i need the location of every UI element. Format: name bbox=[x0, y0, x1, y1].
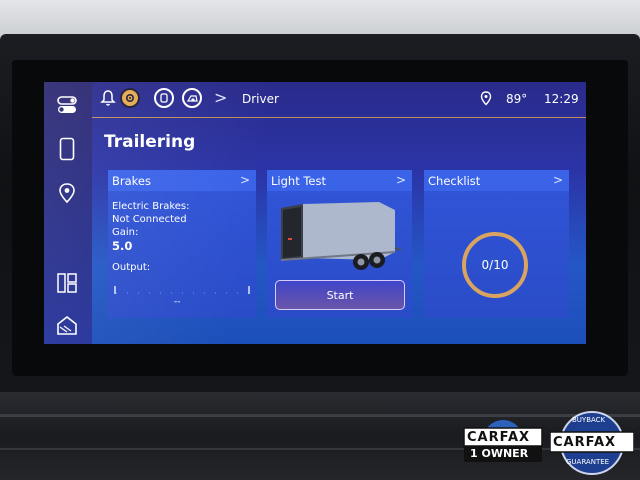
start-button[interactable]: Start bbox=[275, 280, 405, 310]
carfax-one-owner-badge: CARFAX 1 OWNER bbox=[462, 418, 544, 474]
chevron-right-icon: > bbox=[552, 173, 563, 187]
location-pin-icon[interactable] bbox=[52, 178, 82, 208]
dashboard-lower bbox=[0, 392, 640, 480]
status-bar: > Driver 89° 12:29 bbox=[92, 82, 586, 118]
output-meter bbox=[114, 280, 250, 294]
home-icon[interactable] bbox=[52, 310, 82, 340]
brakes-status-value: Not Connected bbox=[112, 214, 187, 225]
brakes-card-title: Brakes bbox=[112, 173, 151, 188]
checklist-card[interactable]: Checklist > 0/10 bbox=[424, 170, 569, 318]
widgets-icon[interactable] bbox=[52, 268, 82, 298]
driver-assist-icon[interactable] bbox=[120, 88, 140, 108]
wheel-icon[interactable] bbox=[182, 88, 202, 108]
dashboard-trim-lower bbox=[0, 448, 640, 450]
checklist-card-header[interactable]: Checklist > bbox=[424, 170, 569, 191]
light-test-card[interactable]: Light Test > Start bbox=[267, 170, 412, 318]
bell-icon[interactable] bbox=[100, 89, 116, 111]
clock: 12:29 bbox=[544, 92, 579, 106]
light-test-card-header[interactable]: Light Test > bbox=[267, 170, 412, 191]
seat-icon[interactable] bbox=[154, 88, 174, 108]
light-test-card-title: Light Test bbox=[271, 173, 327, 188]
brakes-status-label: Electric Brakes: bbox=[112, 201, 190, 212]
infotainment-screen: > Driver 89° 12:29 Trailering Brakes > E… bbox=[44, 82, 586, 344]
breadcrumb-chevron: > bbox=[214, 88, 228, 107]
one-owner-text: 1 OWNER bbox=[470, 447, 529, 460]
carfax-logo-text: CARFAX bbox=[553, 435, 617, 450]
chevron-right-icon: > bbox=[395, 173, 406, 187]
carfax-buyback-badge: CARFAX BUYBACK GUARANTEE bbox=[549, 410, 635, 480]
output-value: -- bbox=[174, 297, 181, 307]
dashboard-trim bbox=[0, 414, 640, 417]
trailer-image bbox=[279, 200, 403, 280]
gain-label: Gain: bbox=[112, 227, 139, 238]
checklist-card-title: Checklist bbox=[428, 173, 481, 188]
checklist-progress-text: 0/10 bbox=[481, 258, 509, 272]
buyback-text: BUYBACK bbox=[572, 416, 606, 424]
chevron-right-icon: > bbox=[239, 173, 250, 187]
output-label: Output: bbox=[112, 262, 151, 273]
guarantee-text: GUARANTEE bbox=[566, 458, 610, 466]
header-divider bbox=[92, 117, 586, 118]
sidebar bbox=[44, 82, 92, 344]
brakes-card[interactable]: Brakes > Electric Brakes: Not Connected … bbox=[108, 170, 256, 318]
location-pin-icon bbox=[480, 91, 492, 110]
profile-label[interactable]: Driver bbox=[242, 92, 279, 106]
phone-icon[interactable] bbox=[52, 134, 82, 164]
carfax-logo-text: CARFAX bbox=[467, 430, 531, 445]
checklist-progress-ring: 0/10 bbox=[462, 232, 528, 298]
gain-value: 5.0 bbox=[112, 239, 133, 253]
page-title: Trailering bbox=[104, 132, 196, 152]
settings-toggle-icon[interactable] bbox=[52, 90, 82, 120]
brakes-card-header[interactable]: Brakes > bbox=[108, 170, 256, 191]
temperature: 89° bbox=[506, 92, 528, 106]
